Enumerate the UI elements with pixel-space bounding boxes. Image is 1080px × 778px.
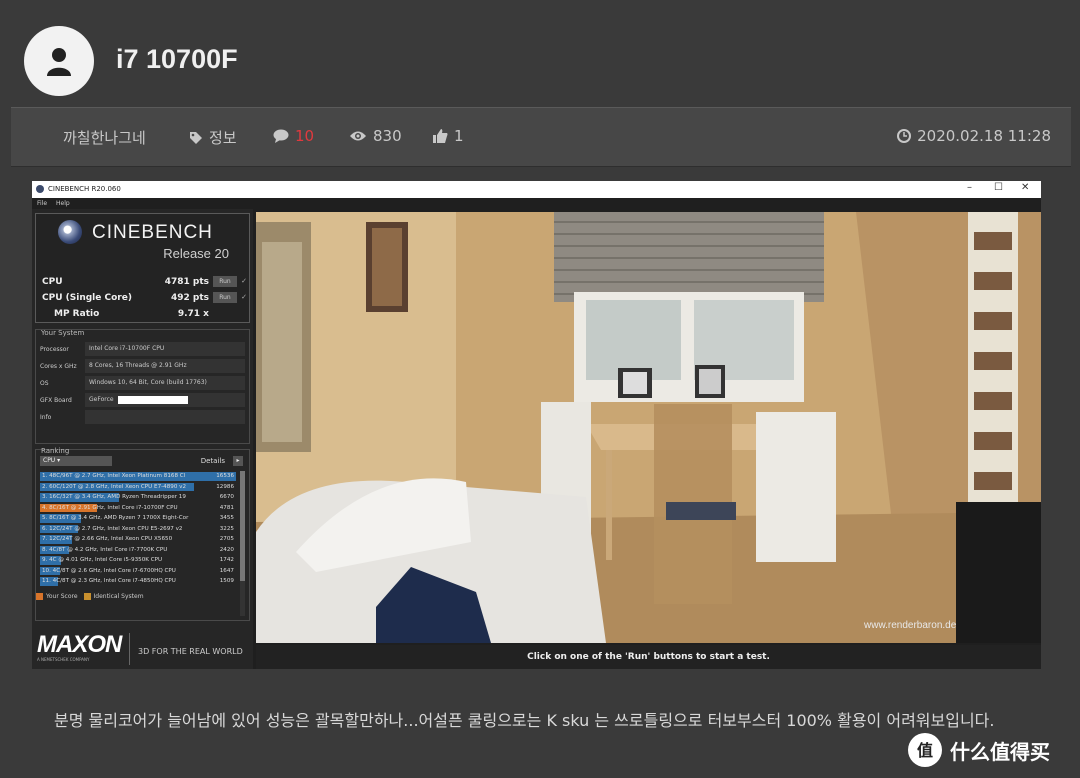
tag-icon xyxy=(190,131,202,144)
maximize-icon[interactable]: ☐ xyxy=(994,182,1003,193)
author-avatar[interactable] xyxy=(24,26,94,96)
brand-name: CINEBENCH xyxy=(92,222,213,243)
ranking-score: 16536 xyxy=(216,473,234,479)
ranking-score: 12986 xyxy=(216,483,234,490)
menu-help[interactable]: Help xyxy=(56,200,70,207)
ranking-score: 1647 xyxy=(219,567,234,574)
details-button[interactable]: ▸ xyxy=(233,456,243,466)
like-count[interactable]: 1 xyxy=(433,127,464,145)
close-icon[interactable]: ✕ xyxy=(1021,182,1029,193)
ranking-item-your-score[interactable]: 4. 8C/16T @ 2.91 GHz, Intel Core i7-1070… xyxy=(40,503,236,514)
cinebench-screenshot: CINEBENCH R20.060 – ☐ ✕ File Help CINEBE… xyxy=(32,181,1041,669)
ranking-scrollbar[interactable] xyxy=(240,471,245,616)
brand-box: CINEBENCH Release 20 CPU 4781 pts Run ✓ … xyxy=(35,213,250,323)
ranking-label: 10. 4C/8T @ 2.6 GHz, Intel Core i7-6700H… xyxy=(42,567,176,574)
ranking-label: 6. 12C/24T @ 2.7 GHz, Intel Xeon CPU E5-… xyxy=(42,525,183,532)
post-title: i7 10700F xyxy=(116,44,238,74)
status-bar: Click on one of the 'Run' buttons to sta… xyxy=(256,645,1041,669)
post-body: 분명 물리코어가 늘어남에 있어 성능은 괄목할만하나...어설픈 쿨링으로는 … xyxy=(54,711,995,730)
post-meta-bar: 까칠한나그네 정보 10 830 1 2020.02.18 11:28 xyxy=(11,107,1071,167)
your-score-swatch xyxy=(36,593,43,600)
sys-gfx: GFX Board GeForce xyxy=(40,393,245,407)
smzdm-logo-icon: 值 xyxy=(908,733,942,767)
ranking-item[interactable]: 9. 4C @ 4.01 GHz, Intel Core i5-9350K CP… xyxy=(40,555,236,566)
sys-processor: Processor Intel Core i7-10700F CPU xyxy=(40,342,245,356)
ranking-label: 7. 12C/24T @ 2.66 GHz, Intel Xeon CPU X5… xyxy=(42,536,173,542)
sys-cores: Cores x GHz 8 Cores, 16 Threads @ 2.91 GH… xyxy=(40,359,245,373)
user-icon xyxy=(47,48,71,76)
ranking-score: 2420 xyxy=(219,546,234,553)
render-preview: www.renderbaron.de xyxy=(256,212,1041,643)
score-cpu-single: CPU (Single Core) 492 pts Run ✓ xyxy=(42,292,247,303)
ranking-item[interactable]: 10. 4C/8T @ 2.6 GHz, Intel Core i7-6700H… xyxy=(40,566,236,577)
ranking-item[interactable]: 8. 4C/8T @ 4.2 GHz, Intel Core i7-7700K … xyxy=(40,545,236,556)
ranking-score: 2705 xyxy=(219,536,234,542)
redaction-mark xyxy=(118,396,188,404)
maxon-tagline: 3D FOR THE REAL WORLD xyxy=(138,647,243,656)
ranking-score: 1509 xyxy=(219,578,234,584)
sys-os: OS Windows 10, 64 Bit, Core (build 17763) xyxy=(40,376,245,390)
ranking-label: 8. 4C/8T @ 4.2 GHz, Intel Core i7-7700K … xyxy=(42,546,168,553)
check-icon: ✓ xyxy=(241,277,247,285)
ranking-score: 3455 xyxy=(219,515,234,521)
ranking-item[interactable]: 3. 16C/32T @ 3.4 GHz, AMD Ryzen Threadri… xyxy=(40,492,236,503)
run-single-button[interactable]: Run xyxy=(213,292,237,303)
ranking-score: 1742 xyxy=(219,557,234,563)
ranking-title: Ranking xyxy=(41,447,70,455)
ranking-item[interactable]: 11. 4C/8T @ 2.3 GHz, Intel Core i7-4850H… xyxy=(40,576,236,587)
ranking-score: 6670 xyxy=(219,494,234,500)
author-name[interactable]: 까칠한나그네 xyxy=(63,127,146,148)
run-cpu-button[interactable]: Run xyxy=(213,276,237,287)
ranking-label: 11. 4C/8T @ 2.3 GHz, Intel Core i7-4850H… xyxy=(42,578,176,584)
minimize-icon[interactable]: – xyxy=(967,182,972,193)
identical-swatch xyxy=(83,593,91,600)
score-mp-ratio: MP Ratio 9.71 x xyxy=(54,309,209,319)
maxon-footer: MAXON A NEMETSCHEK COMPANY 3D FOR THE RE… xyxy=(32,627,253,669)
release-label: Release 20 xyxy=(163,246,229,261)
cinebench-app-icon xyxy=(36,185,44,193)
details-label: Details xyxy=(200,457,225,465)
render-credit: www.renderbaron.de xyxy=(863,620,957,631)
clock-icon xyxy=(897,129,912,143)
score-cpu: CPU 4781 pts Run ✓ xyxy=(42,276,247,287)
ranking-score: 3225 xyxy=(219,525,234,532)
watermark-text: 什么值得买 xyxy=(950,739,1050,764)
view-count: 830 xyxy=(349,127,402,145)
sys-info: Info xyxy=(40,410,245,424)
post-date: 2020.02.18 11:28 xyxy=(897,127,1051,145)
window-titlebar: CINEBENCH R20.060 – ☐ ✕ xyxy=(32,181,1041,198)
ranking-item[interactable]: 5. 8C/16T @ 3.4 GHz, AMD Ryzen 7 1700X E… xyxy=(40,513,236,524)
ranking-item[interactable]: 7. 12C/24T @ 2.66 GHz, Intel Xeon CPU X5… xyxy=(40,534,236,545)
ranking-legend: Your Score Identical System xyxy=(36,593,144,600)
ranking-item[interactable]: 6. 12C/24T @ 2.7 GHz, Intel Xeon CPU E5-… xyxy=(40,524,236,535)
check-icon: ✓ xyxy=(241,293,247,301)
ranking-label: 4. 8C/16T @ 2.91 GHz, Intel Core i7-1070… xyxy=(42,504,178,511)
ranking-label: 9. 4C @ 4.01 GHz, Intel Core i5-9350K CP… xyxy=(42,557,163,563)
cinebench-left-panel: CINEBENCH Release 20 CPU 4781 pts Run ✓ … xyxy=(32,209,253,669)
ranking-label: 2. 60C/120T @ 2.8 GHz, Intel Xeon CPU E7… xyxy=(42,483,187,490)
menu-file[interactable]: File xyxy=(37,200,47,207)
svg-text:值: 值 xyxy=(917,741,933,760)
ranking-select[interactable]: CPU ▾ xyxy=(40,456,112,466)
ranking-score: 4781 xyxy=(219,504,234,511)
category[interactable]: 정보 xyxy=(189,127,237,148)
your-system-title: Your System xyxy=(41,329,85,337)
comment-count[interactable]: 10 xyxy=(273,127,314,145)
your-system-box: Your System Processor Intel Core i7-10700… xyxy=(35,329,250,444)
window-title: CINEBENCH R20.060 xyxy=(48,185,121,193)
comment-icon xyxy=(273,129,289,143)
render-scene-image: www.renderbaron.de xyxy=(256,212,1041,643)
ranking-label: 1. 48C/96T @ 2.7 GHz, Intel Xeon Platinu… xyxy=(42,473,186,479)
ranking-item[interactable]: 1. 48C/96T @ 2.7 GHz, Intel Xeon Platinu… xyxy=(40,471,236,482)
maxon-logo: MAXON xyxy=(37,631,122,658)
menu-bar: File Help xyxy=(32,198,1041,209)
ranking-label: 3. 16C/32T @ 3.4 GHz, AMD Ryzen Threadri… xyxy=(42,494,186,500)
ranking-item[interactable]: 2. 60C/120T @ 2.8 GHz, Intel Xeon CPU E7… xyxy=(40,482,236,493)
eye-icon xyxy=(350,131,366,141)
thumbs-up-icon xyxy=(433,129,448,143)
ranking-label: 5. 8C/16T @ 3.4 GHz, AMD Ryzen 7 1700X E… xyxy=(42,515,189,521)
cinebench-logo-icon xyxy=(58,220,82,244)
watermark: 值 什么值得买 xyxy=(908,733,1050,767)
